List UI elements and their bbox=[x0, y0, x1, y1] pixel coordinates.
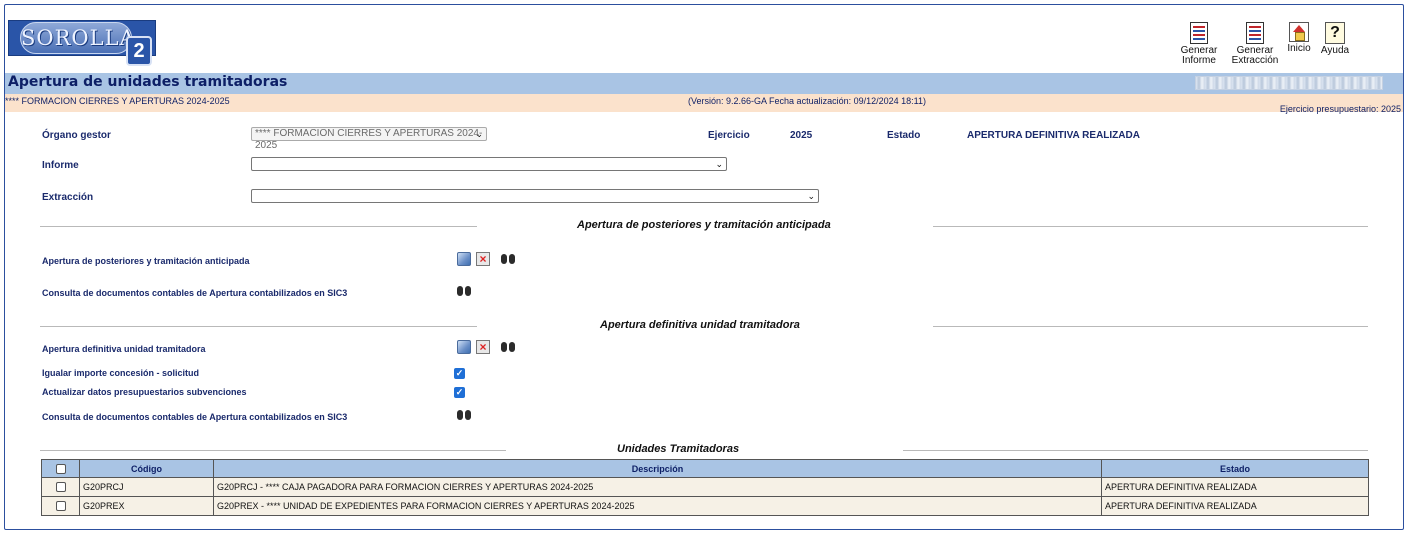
chevron-down-icon: ⌄ bbox=[475, 129, 483, 139]
select-all-cell bbox=[41, 459, 80, 478]
organo-select: **** FORMACION CIERRES Y APERTURAS 2024-… bbox=[251, 127, 487, 151]
edit-icon[interactable] bbox=[457, 340, 471, 354]
table-row[interactable]: G20PRCJ G20PRCJ - **** CAJA PAGADORA PAR… bbox=[41, 477, 1369, 497]
informe-label: Informe bbox=[42, 160, 79, 171]
row-select-cell bbox=[41, 477, 80, 497]
delete-icon[interactable]: × bbox=[476, 252, 490, 266]
description-header[interactable]: Descripción bbox=[213, 459, 1102, 478]
posteriores-label: Apertura de posteriores y tramitación an… bbox=[42, 256, 250, 266]
status-cell: APERTURA DEFINITIVA REALIZADA bbox=[1101, 496, 1369, 516]
binoculars-icon[interactable] bbox=[501, 252, 515, 266]
ejercicio-value: 2025 bbox=[790, 130, 813, 141]
chevron-down-icon: ⌄ bbox=[715, 159, 723, 169]
organo-label: Órgano gestor bbox=[42, 130, 111, 141]
divider bbox=[933, 226, 1368, 227]
delete-icon[interactable]: × bbox=[476, 340, 490, 354]
divider bbox=[40, 450, 506, 451]
section-unidades-header: Unidades Tramitadoras bbox=[40, 443, 1368, 457]
select-all-checkbox[interactable] bbox=[55, 463, 66, 474]
logo-suffix: 2 bbox=[126, 36, 152, 66]
section-definitiva-header: Apertura definitiva unidad tramitadora bbox=[40, 319, 1368, 333]
row-select-cell bbox=[41, 496, 80, 516]
actualizar-checkbox[interactable]: ✓ bbox=[454, 387, 465, 398]
code-header[interactable]: Código bbox=[79, 459, 214, 478]
ejercicio-label: Ejercicio bbox=[708, 130, 750, 141]
section-definitiva-title: Apertura definitiva unidad tramitadora bbox=[600, 319, 800, 331]
row-checkbox[interactable] bbox=[55, 482, 66, 493]
divider bbox=[933, 326, 1368, 327]
section-unidades-title: Unidades Tramitadoras bbox=[617, 443, 740, 455]
info-bar: **** FORMACION CIERRES Y APERTURAS 2024-… bbox=[5, 94, 1403, 114]
home-label: Inicio bbox=[1287, 43, 1311, 54]
extraccion-select[interactable]: ⌄ bbox=[251, 189, 819, 203]
section-posteriores-title: Apertura de posteriores y tramitación an… bbox=[577, 219, 831, 231]
title-bar: Apertura de unidades tramitadoras bbox=[5, 73, 1403, 94]
user-info-box bbox=[1195, 76, 1383, 90]
generate-extract-label-2: Extracción bbox=[1231, 55, 1279, 66]
help-label: Ayuda bbox=[1320, 45, 1350, 56]
sorolla-logo: SOROLLA 2 bbox=[8, 12, 156, 66]
description-cell: G20PRCJ - **** CAJA PAGADORA PARA FORMAC… bbox=[213, 477, 1102, 497]
version-line: (Versión: 9.2.66-GA Fecha actualización:… bbox=[688, 96, 926, 106]
page-title: Apertura de unidades tramitadoras bbox=[8, 74, 288, 90]
generate-report-label-2: Informe bbox=[1182, 55, 1216, 66]
chevron-down-icon: ⌄ bbox=[807, 191, 815, 201]
help-button[interactable]: ? Ayuda bbox=[1318, 22, 1352, 56]
informe-select[interactable]: ⌄ bbox=[251, 157, 727, 171]
description-cell: G20PREX - **** UNIDAD DE EXPEDIENTES PAR… bbox=[213, 496, 1102, 516]
consulta-sic3-label-2: Consulta de documentos contables de Aper… bbox=[42, 412, 348, 422]
budget-year-line: Ejercicio presupuestario: 2025 bbox=[1279, 104, 1401, 114]
generate-extract-button[interactable]: Generar Extracción bbox=[1230, 22, 1280, 66]
status-header[interactable]: Estado bbox=[1101, 459, 1369, 478]
divider bbox=[40, 226, 477, 227]
organ-line: **** FORMACION CIERRES Y APERTURAS 2024-… bbox=[5, 96, 230, 106]
estado-label: Estado bbox=[887, 130, 921, 141]
binoculars-icon[interactable] bbox=[457, 408, 471, 422]
generate-report-button[interactable]: Generar Informe bbox=[1180, 22, 1218, 66]
definitiva-label: Apertura definitiva unidad tramitadora bbox=[42, 344, 206, 354]
table-header-row: Código Descripción Estado bbox=[41, 459, 1369, 478]
home-icon bbox=[1289, 22, 1309, 42]
binoculars-icon[interactable] bbox=[457, 284, 471, 298]
code-cell: G20PREX bbox=[79, 496, 214, 516]
edit-icon[interactable] bbox=[457, 252, 471, 266]
report-icon bbox=[1190, 22, 1208, 44]
divider bbox=[903, 450, 1368, 451]
units-table: Código Descripción Estado G20PRCJ G20PRC… bbox=[41, 459, 1369, 516]
section-posteriores-header: Apertura de posteriores y tramitación an… bbox=[40, 219, 1368, 233]
status-cell: APERTURA DEFINITIVA REALIZADA bbox=[1101, 477, 1369, 497]
extraccion-label: Extracción bbox=[42, 192, 94, 203]
binoculars-icon[interactable] bbox=[501, 340, 515, 354]
row-checkbox[interactable] bbox=[55, 501, 66, 512]
actualizar-label: Actualizar datos presupuestarios subvenc… bbox=[42, 387, 247, 397]
divider bbox=[40, 326, 477, 327]
extract-icon bbox=[1246, 22, 1264, 44]
code-cell: G20PRCJ bbox=[79, 477, 214, 497]
help-icon: ? bbox=[1325, 22, 1345, 44]
igualar-label: Igualar importe concesión - solicitud bbox=[42, 368, 200, 378]
home-button[interactable]: Inicio bbox=[1284, 22, 1314, 54]
table-row[interactable]: G20PREX G20PREX - **** UNIDAD DE EXPEDIE… bbox=[41, 496, 1369, 516]
estado-value: APERTURA DEFINITIVA REALIZADA bbox=[967, 130, 1140, 141]
logo-text: SOROLLA bbox=[20, 22, 135, 54]
consulta-sic3-label-1: Consulta de documentos contables de Aper… bbox=[42, 288, 348, 298]
igualar-checkbox[interactable]: ✓ bbox=[454, 368, 465, 379]
